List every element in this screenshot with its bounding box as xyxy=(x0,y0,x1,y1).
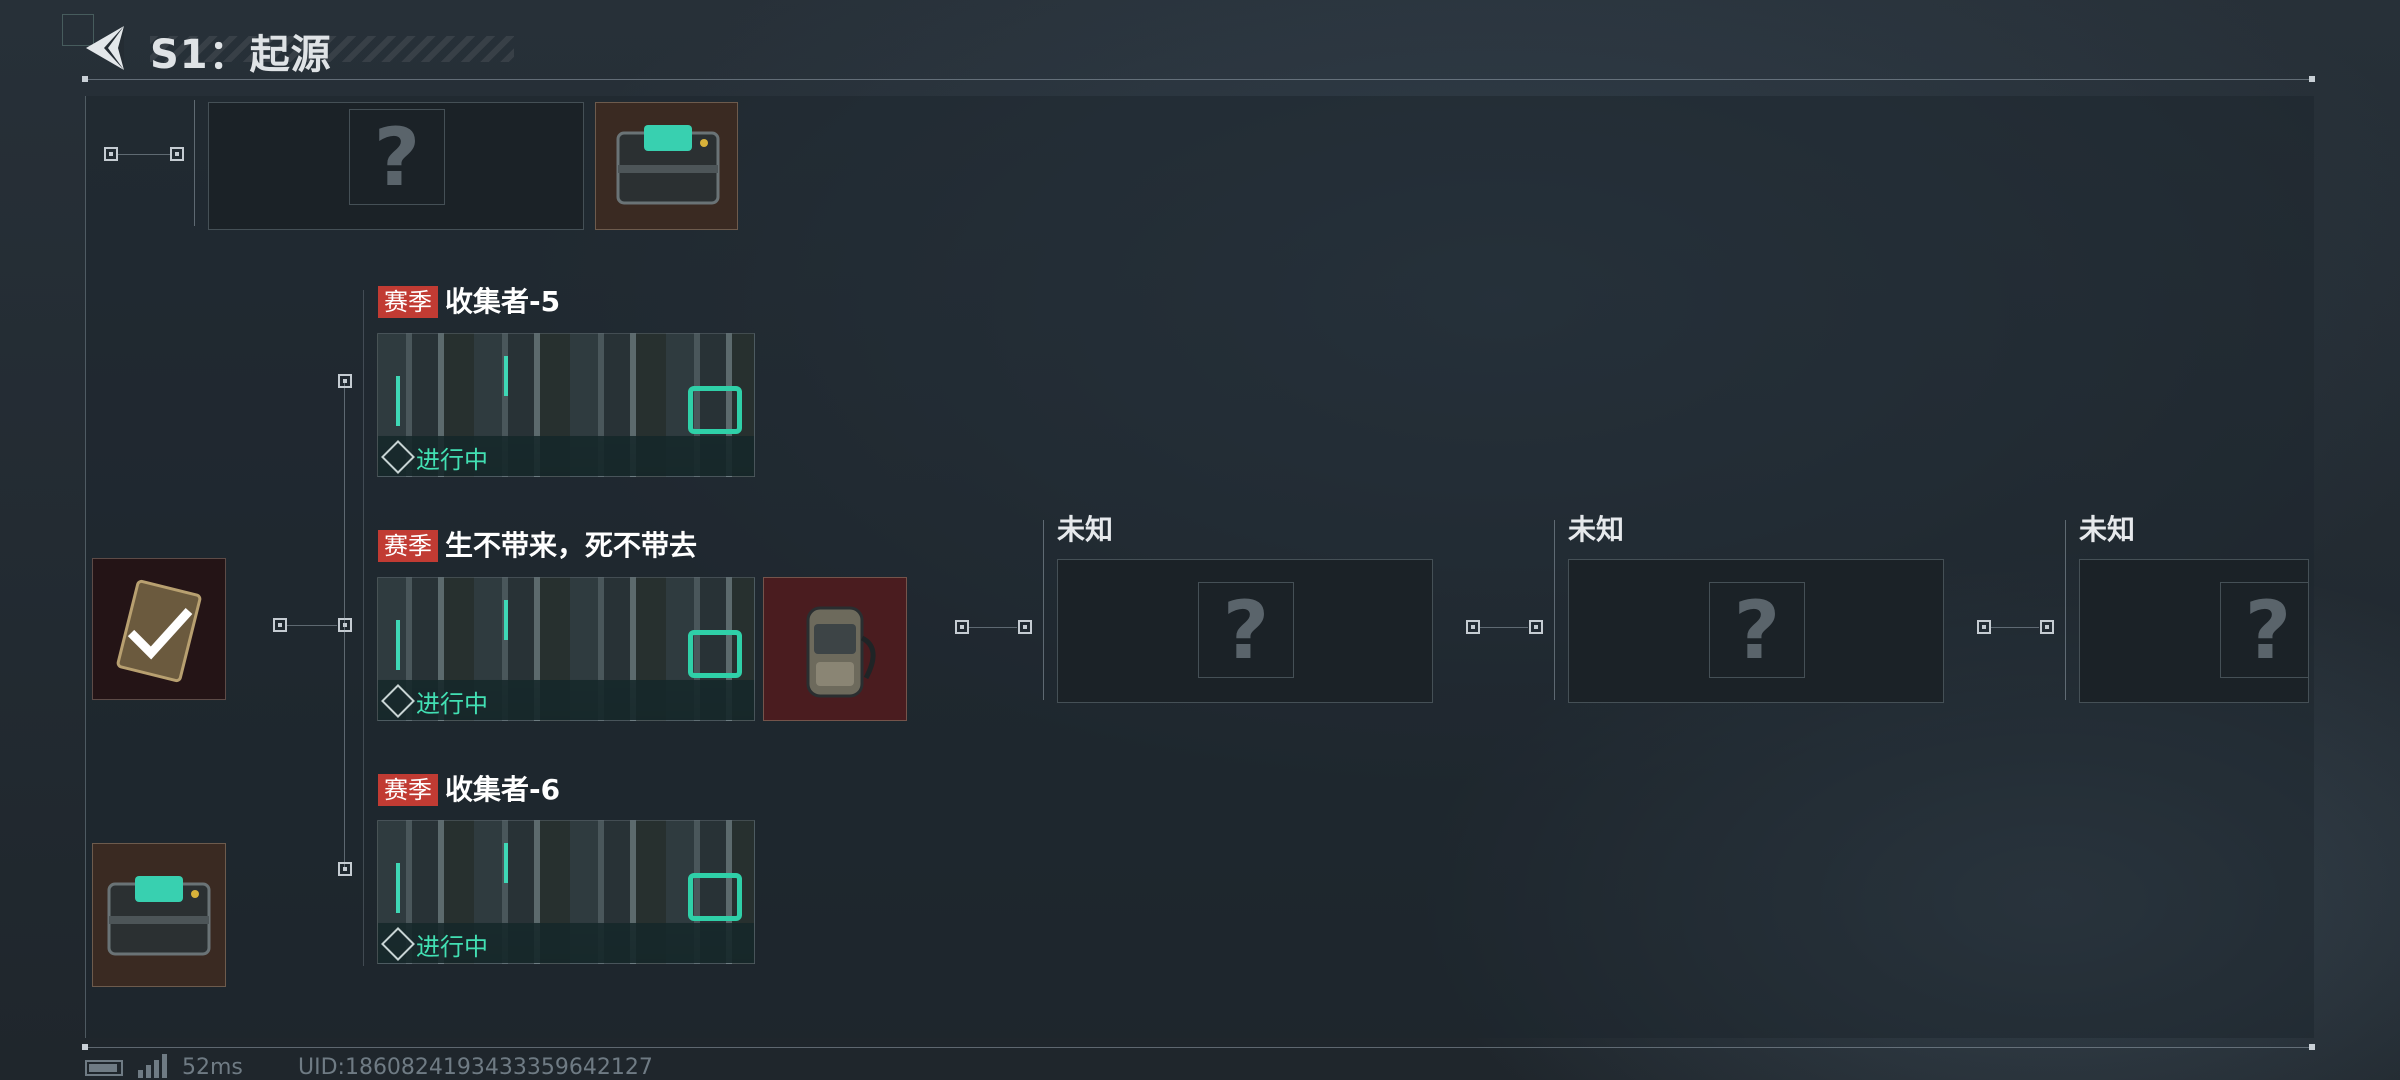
crate-glow xyxy=(504,356,508,396)
reward-supply-crate[interactable] xyxy=(92,843,226,987)
connector-node xyxy=(1977,620,1991,634)
completed-reward-card[interactable] xyxy=(92,558,226,700)
ping-readout: 52ms xyxy=(182,1055,243,1080)
status-diamond-icon xyxy=(381,927,415,961)
question-icon: ? xyxy=(1709,582,1805,678)
status-text: 进行中 xyxy=(416,446,488,474)
connector-node xyxy=(338,374,352,388)
quest-card-2[interactable]: 进行中 xyxy=(377,577,755,721)
connector-node xyxy=(338,862,352,876)
page-title: S1：起源 xyxy=(150,32,332,78)
connector-line xyxy=(118,154,170,155)
season-tag: 赛季 xyxy=(378,774,438,806)
connector-node xyxy=(170,147,184,161)
connector-node xyxy=(1529,620,1543,634)
quest-card-1[interactable]: 进行中 xyxy=(377,333,755,477)
backpack-icon xyxy=(806,606,876,698)
season-tag: 赛季 xyxy=(378,530,438,562)
frame-dot xyxy=(82,76,88,82)
connector-node xyxy=(104,147,118,161)
reward-supply-crate[interactable] xyxy=(595,102,738,230)
battery-icon xyxy=(85,1060,123,1076)
branch-line xyxy=(344,382,345,870)
frame-bottom-line xyxy=(85,1047,2315,1048)
quest-card-3[interactable]: 进行中 xyxy=(377,820,755,964)
user-uid: UID:1860824193433359642127 xyxy=(298,1055,653,1080)
connector-node xyxy=(2040,620,2054,634)
frame-dot xyxy=(2309,1044,2315,1050)
signal-icon xyxy=(138,1054,167,1078)
connector-line xyxy=(1480,627,1528,628)
unknown-quest-card-3[interactable]: ? xyxy=(2079,559,2309,703)
status-diamond-icon xyxy=(381,440,415,474)
unknown-title: 未知 xyxy=(1568,513,1625,546)
connector-node xyxy=(273,618,287,632)
crate-glow xyxy=(688,873,742,921)
crate-glow xyxy=(396,376,400,426)
unknown-quest-card-1[interactable]: ? xyxy=(1057,559,1433,703)
frame-dot xyxy=(82,1044,88,1050)
checkmark-icon xyxy=(116,579,202,683)
connector-node xyxy=(1018,620,1032,634)
back-arrow-icon xyxy=(86,26,124,70)
supply-crate-icon xyxy=(616,125,720,205)
connector-node xyxy=(955,620,969,634)
quest-line xyxy=(363,290,364,966)
frame-dot xyxy=(2309,76,2315,82)
quest-title: 收集者-6 xyxy=(445,773,561,806)
status-diamond-icon xyxy=(381,684,415,718)
season-tag: 赛季 xyxy=(378,286,438,318)
connector-line xyxy=(1991,627,2039,628)
status-text: 进行中 xyxy=(416,933,488,961)
frame-top-line xyxy=(85,79,2315,80)
question-icon: ? xyxy=(349,109,445,205)
crate-glow xyxy=(688,630,742,678)
crate-glow xyxy=(396,863,400,913)
unknown-quest-card-2[interactable]: ? xyxy=(1568,559,1944,703)
crate-glow xyxy=(504,843,508,883)
crate-glow xyxy=(504,600,508,640)
connector-line xyxy=(287,625,337,626)
quest-title: 生不带来，死不带去 xyxy=(445,529,698,562)
quest-title: 收集者-5 xyxy=(445,285,561,318)
unknown-title: 未知 xyxy=(1057,513,1114,546)
reward-backpack[interactable] xyxy=(763,577,907,721)
crate-glow xyxy=(688,386,742,434)
connector-line xyxy=(969,627,1017,628)
crate-glow xyxy=(396,620,400,670)
status-text: 进行中 xyxy=(416,690,488,718)
supply-crate-icon xyxy=(107,876,211,956)
back-button[interactable] xyxy=(84,24,126,72)
status-bar: 进行中 xyxy=(378,436,754,476)
status-bar: 进行中 xyxy=(378,680,754,720)
connector-node xyxy=(1466,620,1480,634)
unknown-title: 未知 xyxy=(2079,513,2136,546)
locked-quest-card[interactable]: ? xyxy=(208,102,584,230)
question-icon: ? xyxy=(2220,582,2308,678)
quest-line xyxy=(1043,520,1044,700)
quest-line xyxy=(2065,520,2066,700)
branch-line xyxy=(194,100,195,226)
connector-node xyxy=(338,618,352,632)
quest-line xyxy=(1554,520,1555,700)
question-icon: ? xyxy=(1198,582,1294,678)
status-bar: 进行中 xyxy=(378,923,754,963)
